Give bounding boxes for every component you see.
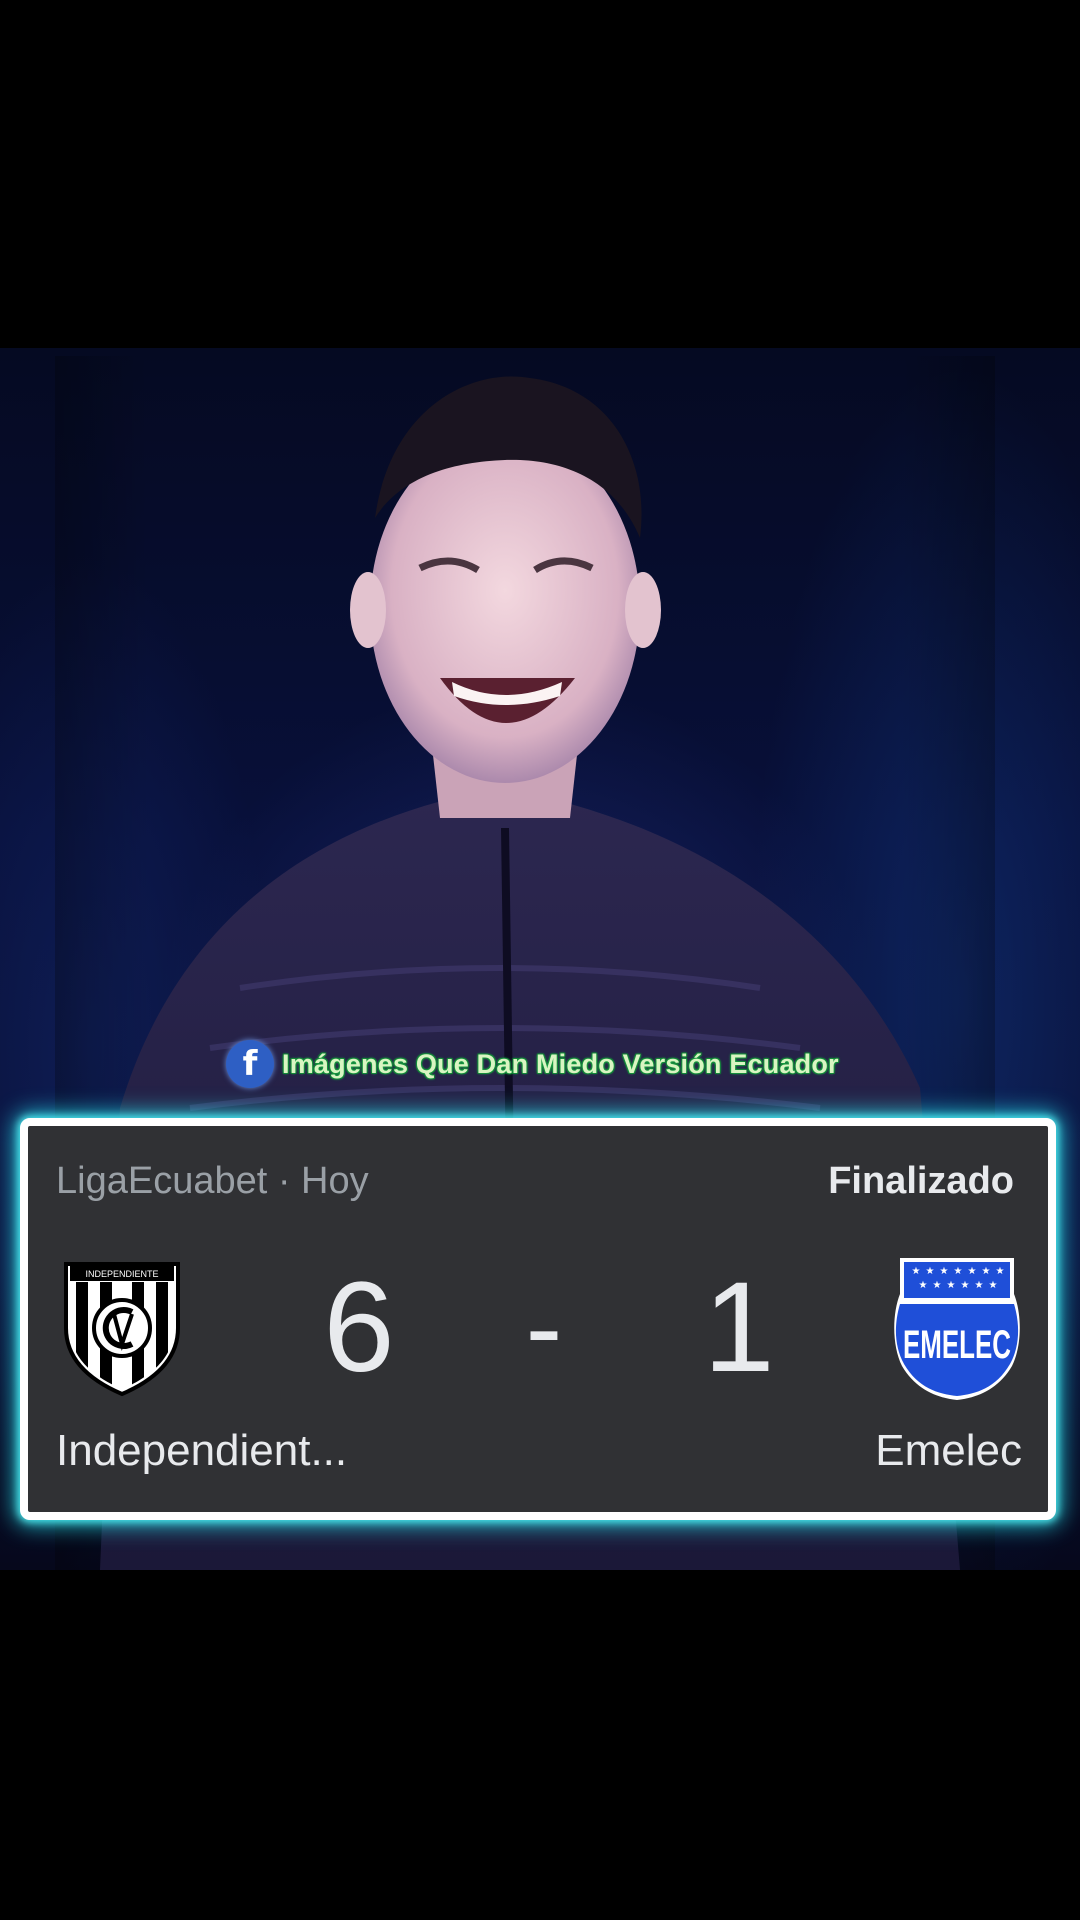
home-team-name: Independient... bbox=[56, 1426, 348, 1475]
svg-text:★: ★ bbox=[968, 1266, 977, 1277]
svg-text:★: ★ bbox=[975, 1280, 984, 1291]
svg-text:★: ★ bbox=[996, 1266, 1005, 1277]
away-team-name: Emelec bbox=[875, 1426, 1022, 1475]
video-frame: f Imágenes Que Dan Miedo Versión Ecuador… bbox=[0, 0, 1080, 1920]
match-status: Finalizado bbox=[828, 1160, 1014, 1202]
svg-text:EMELEC: EMELEC bbox=[903, 1323, 1011, 1367]
facebook-icon: f bbox=[226, 1040, 274, 1088]
svg-text:★: ★ bbox=[940, 1266, 949, 1277]
away-score: 1 bbox=[703, 1256, 775, 1399]
svg-text:★: ★ bbox=[954, 1266, 963, 1277]
watermark-text: Imágenes Que Dan Miedo Versión Ecuador bbox=[282, 1048, 839, 1079]
svg-text:★: ★ bbox=[926, 1266, 935, 1277]
svg-text:★: ★ bbox=[947, 1280, 956, 1291]
svg-text:★: ★ bbox=[961, 1280, 970, 1291]
svg-text:★: ★ bbox=[982, 1266, 991, 1277]
independiente-crest-icon: INDEPENDIENTE bbox=[64, 1262, 180, 1397]
home-score: 6 bbox=[323, 1256, 395, 1399]
scorecard-header: LigaEcuabet · Hoy Finalizado bbox=[28, 1160, 1048, 1208]
facebook-watermark: f Imágenes Que Dan Miedo Versión Ecuador bbox=[226, 1040, 839, 1088]
svg-text:★: ★ bbox=[912, 1266, 921, 1277]
emelec-crest-icon: ★ ★ ★ ★ ★ ★ ★ ★ ★ ★ ★ ★ ★ EMELEC bbox=[894, 1258, 1020, 1400]
svg-text:★: ★ bbox=[933, 1280, 942, 1291]
score-separator: - bbox=[525, 1266, 563, 1389]
league-label: LigaEcuabet · Hoy bbox=[56, 1160, 369, 1202]
match-scorecard[interactable]: LigaEcuabet · Hoy Finalizado INDEPENDIEN… bbox=[20, 1118, 1056, 1520]
svg-text:★: ★ bbox=[919, 1280, 928, 1291]
svg-text:INDEPENDIENTE: INDEPENDIENTE bbox=[85, 1269, 158, 1279]
svg-text:★: ★ bbox=[989, 1280, 998, 1291]
